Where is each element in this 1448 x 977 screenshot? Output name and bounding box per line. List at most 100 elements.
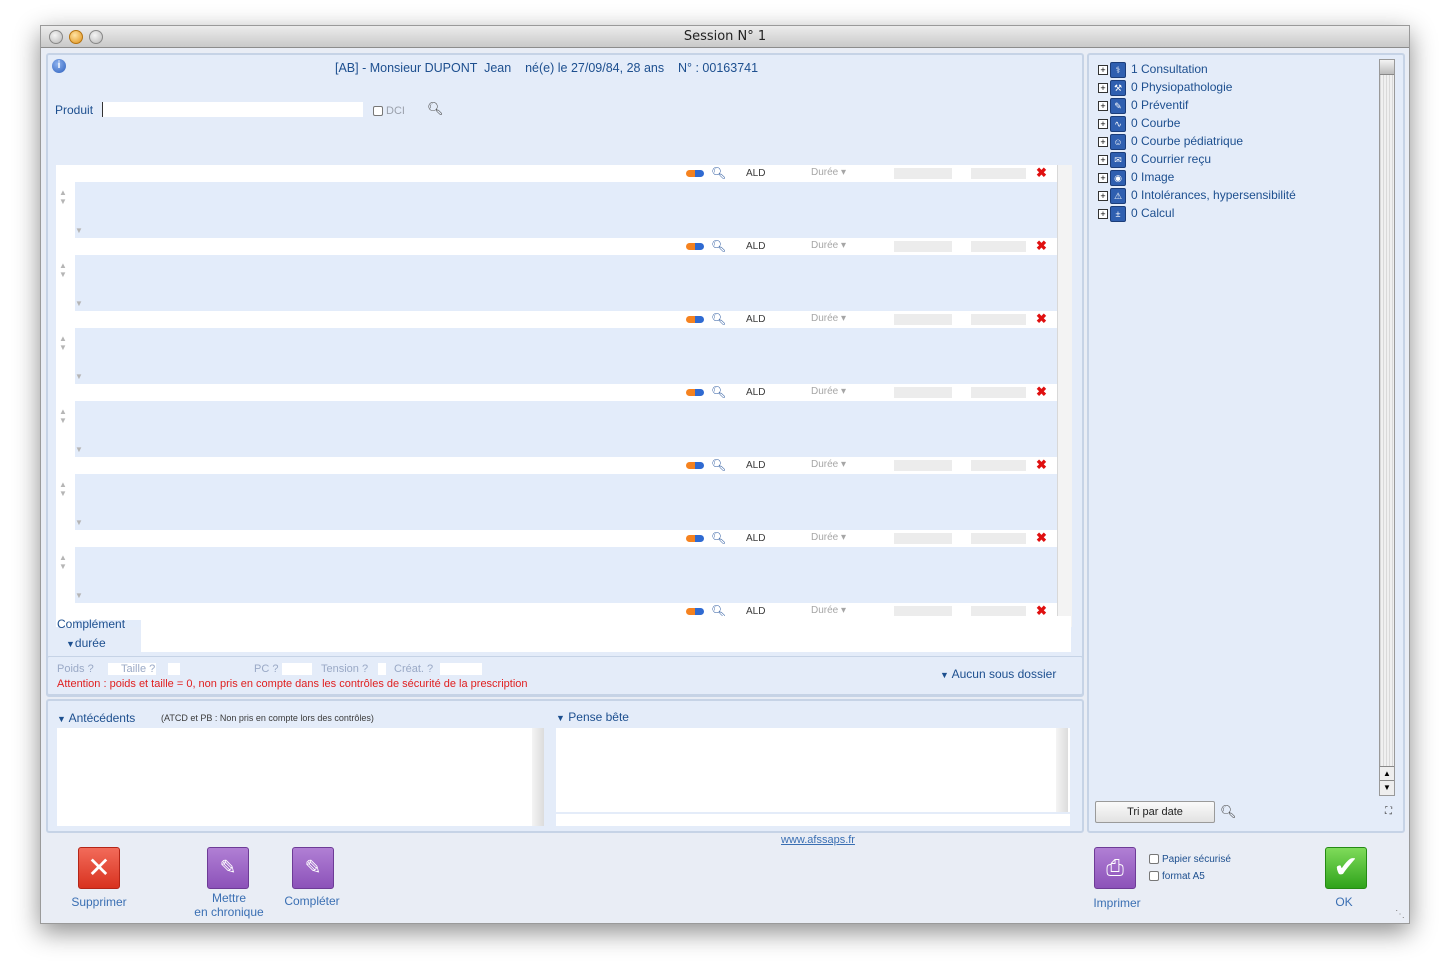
tension-input[interactable] (378, 663, 386, 675)
print-button[interactable]: ⎙ (1094, 847, 1136, 889)
tree-item-physiopathologie[interactable]: + ⚒ 0 Physiopathologie (1098, 80, 1232, 97)
medication-pill-icon[interactable] (686, 535, 704, 542)
delete-button[interactable]: ✕ (78, 847, 120, 889)
memo-scrollbar[interactable] (1056, 728, 1068, 812)
product-search-icon[interactable]: 🔍︎ (427, 101, 444, 117)
quantity-field[interactable] (894, 387, 952, 398)
prescription-text-area[interactable] (75, 182, 1057, 238)
delete-label[interactable]: Supprimer (59, 895, 139, 909)
move-up-icon[interactable]: ▲ (59, 262, 67, 270)
secure-paper-checkbox[interactable]: Papier sécurisé (1149, 854, 1231, 865)
fullscreen-icon[interactable]: ⛶ (1385, 806, 1392, 817)
taille-input[interactable] (168, 663, 180, 675)
duration-dropdown[interactable]: Durée ▾ (811, 386, 846, 397)
antecedents-textarea[interactable] (57, 728, 543, 826)
search-icon[interactable]: 🔍︎ (711, 531, 726, 545)
scroll-down-arrow[interactable]: ▼ (1380, 780, 1394, 795)
search-icon[interactable]: 🔍︎ (711, 385, 726, 399)
row-scrollbar[interactable] (1057, 165, 1072, 238)
tree-item-calcul[interactable]: + ±0 Calcul (1098, 206, 1174, 223)
expand-line-icon[interactable]: ▼ (75, 226, 83, 235)
complete-button[interactable]: ✎ (292, 847, 334, 889)
move-down-icon[interactable]: ▼ (59, 417, 67, 425)
antecedents-toggle[interactable]: ▼ Antécédents (57, 711, 135, 725)
refill-field[interactable] (971, 460, 1026, 471)
tree-item-image[interactable]: + ◉ 0 Image (1098, 170, 1174, 187)
subfolder-dropdown[interactable]: ▼ Aucun sous dossier (940, 667, 1056, 681)
move-down-icon[interactable]: ▼ (59, 198, 67, 206)
duration-dropdown[interactable]: Durée ▾ (811, 167, 846, 178)
sort-by-date-button[interactable]: Tri par date (1095, 801, 1215, 823)
ok-button[interactable]: ✔ (1325, 847, 1367, 889)
move-down-icon[interactable]: ▼ (59, 563, 67, 571)
medication-pill-icon[interactable] (686, 170, 704, 177)
memo-toggle[interactable]: ▼ Pense bête (556, 710, 629, 724)
search-icon[interactable]: 🔍︎ (711, 166, 726, 180)
tree-scrollbar[interactable]: ▲ ▼ (1379, 59, 1395, 796)
delete-line-icon[interactable]: ✖ (1036, 238, 1047, 254)
duration-dropdown[interactable]: Durée ▾ (811, 459, 846, 470)
row-scrollbar[interactable] (1057, 457, 1072, 530)
delete-line-icon[interactable]: ✖ (1036, 530, 1047, 546)
expand-line-icon[interactable]: ▼ (75, 445, 83, 454)
tree-item-consultation[interactable]: + ⚕ 1 Consultation (1098, 62, 1208, 79)
refill-field[interactable] (971, 533, 1026, 544)
antecedents-scrollbar[interactable] (532, 728, 544, 826)
move-down-icon[interactable]: ▼ (59, 271, 67, 279)
prescription-text-area[interactable] (75, 328, 1057, 384)
resize-grip-icon[interactable]: ⋱ (1395, 909, 1405, 920)
refill-field[interactable] (971, 241, 1026, 252)
prescription-text-area[interactable] (75, 255, 1057, 311)
tree-item-preventif[interactable]: + ✎ 0 Préventif (1098, 98, 1188, 115)
row-scrollbar[interactable] (1057, 311, 1072, 384)
ald-label[interactable]: ALD (746, 314, 765, 325)
move-up-icon[interactable]: ▲ (59, 408, 67, 416)
complete-label[interactable]: Compléter (272, 894, 352, 908)
prescription-text-area[interactable] (75, 474, 1057, 530)
medication-pill-icon[interactable] (686, 316, 704, 323)
prescription-text-area[interactable] (75, 547, 1057, 603)
ald-label[interactable]: ALD (746, 460, 765, 471)
ok-label[interactable]: OK (1314, 895, 1374, 909)
duration-dropdown[interactable]: Durée ▾ (811, 240, 846, 251)
duration-dropdown[interactable]: Durée ▾ (811, 605, 846, 616)
afssaps-link[interactable]: www.afssaps.fr (781, 834, 855, 846)
medication-pill-icon[interactable] (686, 608, 704, 615)
move-down-icon[interactable]: ▼ (59, 344, 67, 352)
expand-line-icon[interactable]: ▼ (75, 591, 83, 600)
quantity-field[interactable] (894, 241, 952, 252)
tree-search-icon[interactable]: 🔍︎ (1220, 804, 1237, 820)
tree-item-courrier-recu[interactable]: + ✉ 0 Courrier reçu (1098, 152, 1211, 169)
product-input[interactable] (102, 102, 363, 117)
ald-label[interactable]: ALD (746, 168, 765, 179)
move-down-icon[interactable]: ▼ (59, 490, 67, 498)
move-up-icon[interactable]: ▲ (59, 481, 67, 489)
ald-label[interactable]: ALD (746, 533, 765, 544)
creat-input[interactable] (440, 663, 482, 675)
ald-label[interactable]: ALD (746, 241, 765, 252)
memo-textarea[interactable] (556, 728, 1070, 812)
tree-item-intolerances[interactable]: + ⚠ 0 Intolérances, hypersensibilité (1098, 188, 1296, 205)
quantity-field[interactable] (894, 460, 952, 471)
row-scrollbar[interactable] (1057, 384, 1072, 457)
print-label[interactable]: Imprimer (1077, 896, 1157, 910)
search-icon[interactable]: 🔍︎ (711, 458, 726, 472)
move-up-icon[interactable]: ▲ (59, 189, 67, 197)
medication-pill-icon[interactable] (686, 462, 704, 469)
move-up-icon[interactable]: ▲ (59, 554, 67, 562)
duration-dropdown[interactable]: Durée ▾ (811, 532, 846, 543)
move-up-icon[interactable]: ▲ (59, 335, 67, 343)
expand-line-icon[interactable]: ▼ (75, 372, 83, 381)
expand-line-icon[interactable]: ▼ (75, 518, 83, 527)
scroll-thumb[interactable] (1380, 60, 1394, 75)
row-scrollbar[interactable] (1057, 530, 1072, 603)
pc-input[interactable] (282, 663, 312, 675)
refill-field[interactable] (971, 314, 1026, 325)
row-scrollbar[interactable] (1057, 238, 1072, 311)
scroll-up-arrow[interactable]: ▲ (1380, 766, 1394, 781)
duration-dropdown[interactable]: Durée ▾ (811, 313, 846, 324)
dci-checkbox[interactable]: DCI (373, 103, 405, 117)
search-icon[interactable]: 🔍︎ (711, 312, 726, 326)
medication-pill-icon[interactable] (686, 243, 704, 250)
refill-field[interactable] (971, 168, 1026, 179)
